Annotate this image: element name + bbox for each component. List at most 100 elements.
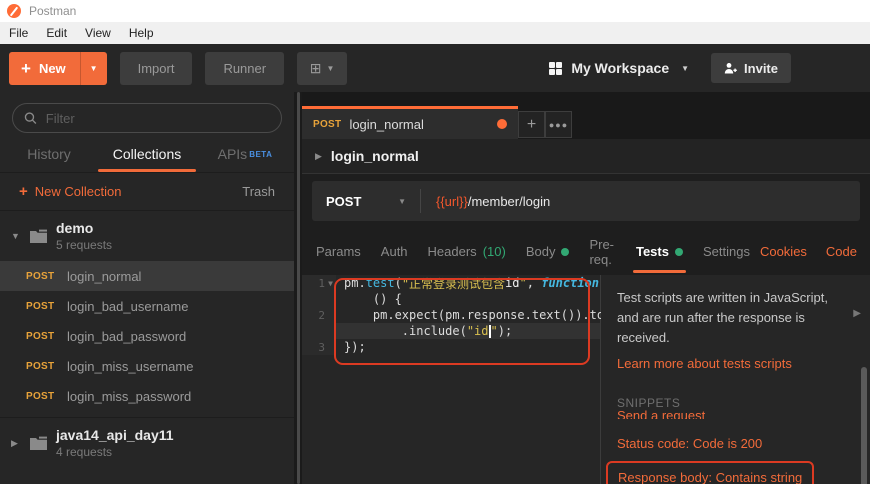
line-number: 1 (318, 276, 325, 290)
help-scrollbar[interactable] (861, 367, 867, 484)
trash-button[interactable]: Trash (242, 184, 275, 199)
filled-dot-icon (674, 247, 683, 256)
snippet-status-code-code-is-200[interactable]: Status code: Code is 200 (617, 436, 840, 451)
invite-button-label: Invite (744, 60, 778, 76)
code-row[interactable]: 1 ▼ pm. test("正常登录测试包含 id ", function (302, 275, 600, 291)
line-number: 2 (318, 308, 325, 322)
subtab-label: Pre-req. (589, 236, 615, 267)
window-title: Postman (29, 4, 77, 18)
collection-demo[interactable]: ▼ demo 5 requests (0, 211, 294, 261)
tests-code-editor[interactable]: 1 ▼ pm. test("正常登录测试包含 id ", function () {2 p… (302, 275, 604, 484)
sidebar-tabs: History Collections APIs BETA (0, 136, 294, 173)
code-segment: "正常登录测试包含 (401, 276, 506, 291)
window-plus-icon: ⊞ (309, 60, 322, 76)
method-select[interactable]: POST ▼ (312, 194, 420, 209)
subtab-label: Tests (635, 244, 669, 259)
request-title-row: ▶ login_normal (302, 139, 870, 174)
snippet-send-a-request[interactable]: Send a request (617, 408, 840, 419)
request-method-badge: POST (26, 270, 55, 282)
runner-button[interactable]: Runner (205, 51, 285, 85)
snippet-response-body-contains-string[interactable]: Response body: Contains string (618, 470, 802, 484)
code-line: .include("id "); (336, 323, 600, 339)
tab-options-button[interactable]: ●●● (545, 111, 572, 138)
tab-method-badge: POST (313, 118, 342, 130)
filter-search-box[interactable] (12, 103, 282, 133)
gutter-cell (302, 323, 336, 339)
menu-help[interactable]: Help (120, 26, 163, 40)
tab-tests[interactable]: Tests (626, 228, 693, 275)
code-link[interactable]: Code (826, 244, 857, 259)
tab-headers[interactable]: Headers (10) (418, 228, 516, 275)
caret-right-icon[interactable]: ▶ (11, 438, 21, 449)
tab-body[interactable]: Body (516, 228, 580, 275)
sidebar-tab-collections[interactable]: Collections (98, 136, 196, 172)
import-button-label: Import (137, 60, 175, 76)
filter-input[interactable] (45, 110, 270, 126)
sidebar-tab-apis[interactable]: APIs BETA (196, 136, 294, 172)
learn-more-link[interactable]: Learn more about tests scripts (617, 356, 840, 371)
url-input[interactable]: {{url}}/member/login (421, 194, 565, 209)
request-login-bad-password[interactable]: POST login_bad_password (0, 321, 294, 351)
plus-icon: + (21, 58, 31, 78)
caret-right-icon[interactable]: ▶ (853, 308, 861, 319)
runner-button-label: Runner (223, 60, 267, 76)
request-login-miss-password[interactable]: POST login_miss_password (0, 381, 294, 411)
code-line: }); (336, 339, 600, 355)
new-collection-button[interactable]: + New Collection (19, 183, 121, 200)
tab-auth[interactable]: Auth (371, 228, 418, 275)
import-button[interactable]: Import (119, 51, 193, 85)
subtab-label: Settings (702, 244, 750, 259)
request-subtabs-row: Params Auth Headers (10) Body Pre-req. Tests Se… (302, 228, 870, 275)
sidebar-tab-history[interactable]: History (0, 136, 98, 172)
folder-icon (30, 229, 47, 243)
new-dropdown-caret[interactable]: ▼ (79, 51, 107, 85)
caret-down-icon[interactable]: ▼ (11, 231, 21, 241)
request-login-miss-username[interactable]: POST login_miss_username (0, 351, 294, 381)
method-label: POST (326, 193, 362, 209)
code-segment: "id (466, 324, 489, 338)
new-button[interactable]: + New ▼ (9, 51, 107, 85)
request-name: login_bad_password (67, 328, 187, 344)
subtab-label: Auth (380, 244, 408, 259)
code-line: pm. test("正常登录测试包含 id ", function (336, 275, 600, 291)
caret-right-icon[interactable]: ▶ (315, 151, 322, 162)
main-toolbar: + New ▼ Import Runner ⊞ ▼ My Workspace ▼ (0, 44, 870, 92)
tab-login-normal[interactable]: POST login_normal (302, 106, 518, 139)
workspace-switcher[interactable]: My Workspace ▼ (549, 60, 689, 76)
code-row[interactable]: 3}); (302, 339, 600, 355)
open-new-button[interactable]: ⊞ ▼ (297, 51, 348, 85)
sidebar-scrollbar[interactable] (297, 92, 300, 484)
code-row[interactable]: .include("id "); (302, 323, 600, 339)
new-tab-button[interactable]: + (518, 111, 545, 138)
menu-bar: File Edit View Help (0, 22, 870, 44)
main-panel: POST login_normal + ●●● ▶ login_normal P… (302, 92, 870, 484)
chevron-down-icon: ▼ (326, 63, 335, 73)
code-row[interactable]: 2 pm.expect(pm.response.text()).to (302, 307, 604, 323)
code-segment: " (490, 324, 498, 338)
request-login-bad-username[interactable]: POST login_bad_username (0, 291, 294, 321)
tab-title: login_normal (349, 116, 424, 132)
menu-view[interactable]: View (76, 26, 120, 40)
tab-settings[interactable]: Settings (693, 228, 760, 275)
collection-java14-api-day11[interactable]: ▶ java14_api_day11 4 requests (0, 418, 294, 468)
code-segment: test (365, 276, 395, 290)
cookies-link[interactable]: Cookies (760, 244, 807, 259)
code-line: pm.expect(pm.response.text()).to (336, 307, 604, 323)
code-row[interactable]: () { (302, 291, 600, 307)
code-segment: () { (344, 292, 402, 306)
tab-pre-req[interactable]: Pre-req. (579, 228, 626, 275)
request-login-normal[interactable]: POST login_normal (0, 261, 294, 291)
invite-button[interactable]: Invite (711, 53, 791, 83)
title-bar: Postman (0, 0, 870, 22)
tab-params[interactable]: Params (306, 228, 371, 275)
url-row: POST ▼ {{url}}/member/login (302, 174, 870, 228)
new-collection-label: New Collection (34, 184, 122, 199)
search-icon (24, 112, 37, 124)
request-tabstrip: POST login_normal + ●●● (302, 92, 870, 139)
menu-file[interactable]: File (0, 26, 37, 40)
subtab-label: Params (316, 244, 361, 259)
menu-edit[interactable]: Edit (37, 26, 76, 40)
workspace-grid-icon (549, 61, 563, 75)
code-segment: id (505, 276, 520, 290)
request-method-badge: POST (26, 360, 55, 372)
